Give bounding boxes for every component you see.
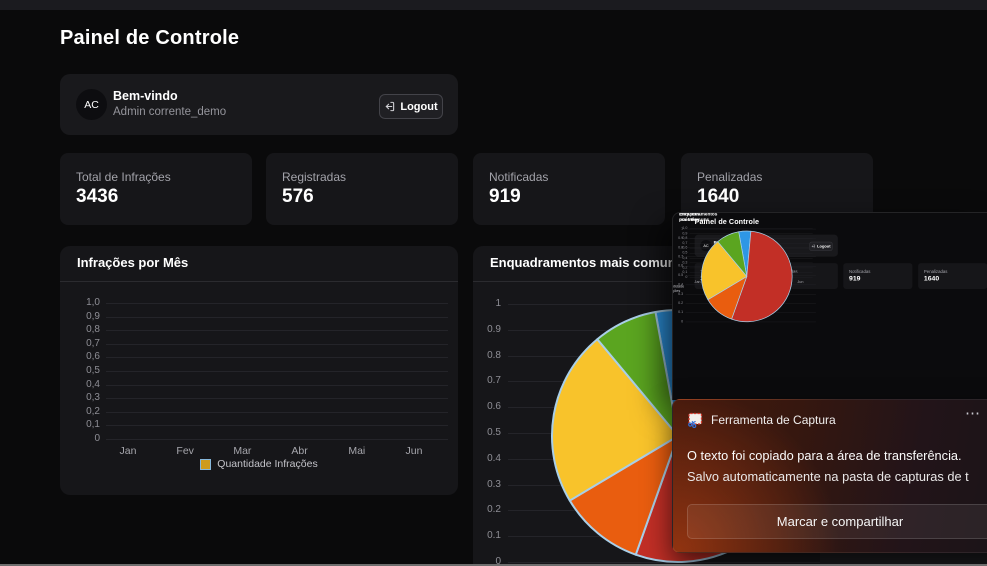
gridline bbox=[106, 371, 448, 372]
page-title: Painel de Controle bbox=[60, 27, 240, 49]
y-tick-label: 0.3 bbox=[678, 291, 684, 296]
toast-message-line1: O texto foi copiado para a área de trans… bbox=[687, 448, 962, 463]
gridline bbox=[106, 425, 448, 427]
stat-value: 3436 bbox=[76, 186, 119, 207]
chart-legend: Quantidade Infrações bbox=[60, 458, 458, 470]
stat-value: 1640 bbox=[923, 274, 940, 283]
logout-icon bbox=[384, 101, 395, 112]
x-tick-label: Jan bbox=[119, 445, 137, 457]
pie-chart bbox=[701, 230, 793, 323]
y-tick-label: 0,7 bbox=[86, 337, 100, 349]
y-tick-label: 1 bbox=[495, 298, 501, 309]
stat-value: 1640 bbox=[697, 186, 740, 207]
x-tick-label: Mar bbox=[233, 445, 252, 457]
x-tick-label: Fev bbox=[176, 445, 194, 457]
y-tick-label: 0,9 bbox=[86, 310, 100, 322]
x-tick-label: Mai bbox=[348, 445, 366, 457]
window-chrome-edge bbox=[0, 0, 987, 10]
legend-swatch bbox=[200, 458, 212, 470]
gridline bbox=[106, 384, 448, 386]
welcome-card: AC Bem-vindo Admin corrente_demo Logout bbox=[60, 74, 458, 135]
y-tick-label: 0.3 bbox=[487, 478, 501, 490]
y-tick-label: 0.7 bbox=[487, 375, 501, 387]
stat-value: 919 bbox=[849, 274, 861, 283]
y-tick-label: 0,5 bbox=[86, 365, 100, 376]
avatar: AC bbox=[76, 89, 107, 120]
y-tick-label: 0.6 bbox=[678, 263, 684, 268]
gridline bbox=[106, 316, 448, 318]
chart-card-infracoes-por-mes: Infrações por Mês 1,0 0,9 0,8 0,7 0,6 0,5 0,4 0… bbox=[60, 246, 458, 495]
toast-app-name: Ferramenta de Captura bbox=[711, 413, 836, 427]
stat-value: 919 bbox=[489, 186, 521, 207]
stat-label: Total de Infrações bbox=[76, 170, 171, 184]
gridline bbox=[106, 330, 448, 332]
chart-title: Enquadramentos mais comuns bbox=[679, 212, 718, 223]
welcome-greeting: Bem-vindo bbox=[113, 89, 178, 103]
x-tick-label: Abr bbox=[291, 445, 308, 457]
stat-card-total-infracoes: Total de Infrações 3436 bbox=[60, 153, 252, 225]
logout-label: Logout bbox=[817, 244, 831, 249]
y-tick-label: 0,2 bbox=[86, 405, 100, 417]
x-tick-label: Jun bbox=[797, 279, 804, 284]
logout-button[interactable]: Logout bbox=[379, 94, 443, 119]
y-tick-label: 0.5 bbox=[487, 427, 501, 438]
gridline bbox=[106, 343, 448, 345]
y-tick-label: 0,3 bbox=[86, 392, 100, 404]
stat-card-penalizadas: Penalizadas 1640 bbox=[918, 263, 987, 289]
welcome-subtitle: Admin corrente_demo bbox=[113, 106, 227, 118]
y-tick-label: 0.1 bbox=[487, 530, 501, 542]
screenshot-preview-content: Painel de Controle AC Bem-vindo Admin co… bbox=[673, 212, 987, 400]
y-tick-label: 0,4 bbox=[86, 378, 100, 390]
y-tick-label: 0.4 bbox=[678, 282, 684, 287]
gridline bbox=[106, 357, 448, 359]
stat-card-registradas: Registradas 576 bbox=[266, 153, 458, 225]
snipping-tool-notification[interactable]: Ferramenta de Captura ⋯ O texto foi copi… bbox=[672, 399, 987, 553]
y-tick-label: 0,8 bbox=[86, 324, 100, 336]
stat-card-notificadas: Notificadas 919 bbox=[843, 263, 913, 289]
legend-label: Quantidade Infrações bbox=[217, 458, 318, 470]
screen: Painel de Controle AC Bem-vindo Admin co… bbox=[0, 0, 987, 566]
mark-and-share-button[interactable]: Marcar e compartilhar bbox=[687, 504, 987, 539]
y-tick-label: 0.2 bbox=[678, 301, 684, 305]
logout-button: Logout bbox=[809, 241, 833, 251]
gridline bbox=[106, 303, 448, 304]
stat-value: 576 bbox=[282, 186, 314, 207]
stat-label: Notificadas bbox=[849, 269, 871, 275]
screenshot-preview-thumbnail[interactable]: Painel de Controle AC Bem-vindo Admin co… bbox=[672, 212, 987, 400]
y-tick-label: 0.8 bbox=[487, 349, 501, 361]
stat-label: Registradas bbox=[282, 170, 347, 184]
y-tick-label: 0.7 bbox=[678, 254, 684, 259]
toast-message-line2: Salvo automaticamente na pasta de captur… bbox=[687, 469, 969, 484]
y-tick-label: 0,6 bbox=[86, 351, 100, 363]
snipping-tool-icon bbox=[687, 412, 703, 428]
x-tick-label: Jun bbox=[405, 445, 423, 457]
y-tick-label: 1,0 bbox=[86, 297, 100, 308]
y-tick-label: 0,1 bbox=[86, 419, 100, 431]
toast-menu-button[interactable]: ⋯ bbox=[965, 404, 982, 422]
toast-header: Ferramenta de Captura bbox=[687, 411, 836, 429]
gridline bbox=[106, 411, 448, 413]
y-tick-label: 0.9 bbox=[487, 323, 501, 335]
y-tick-label: 0,9 bbox=[682, 231, 688, 236]
y-tick-label: 0.9 bbox=[678, 236, 684, 240]
y-tick-label: 0.6 bbox=[487, 401, 501, 413]
stat-label: Notificadas bbox=[489, 170, 549, 184]
y-tick-label: 1 bbox=[681, 226, 684, 231]
y-tick-label: 0.1 bbox=[678, 310, 684, 315]
y-tick-label: 0 bbox=[94, 433, 100, 444]
y-tick-label: 0.5 bbox=[678, 273, 684, 278]
logout-label: Logout bbox=[400, 100, 438, 113]
y-tick-label: 0.8 bbox=[678, 245, 684, 250]
gridline bbox=[106, 398, 448, 400]
stat-label: Penalizadas bbox=[697, 170, 763, 184]
y-tick-label: 0.4 bbox=[487, 452, 501, 464]
y-tick-label: 0 bbox=[681, 319, 684, 324]
stat-label: Penalizadas bbox=[923, 269, 948, 275]
stat-card-notificadas: Notificadas 919 bbox=[473, 153, 665, 225]
y-tick-label: 0.2 bbox=[487, 504, 501, 516]
gridline bbox=[106, 439, 448, 440]
